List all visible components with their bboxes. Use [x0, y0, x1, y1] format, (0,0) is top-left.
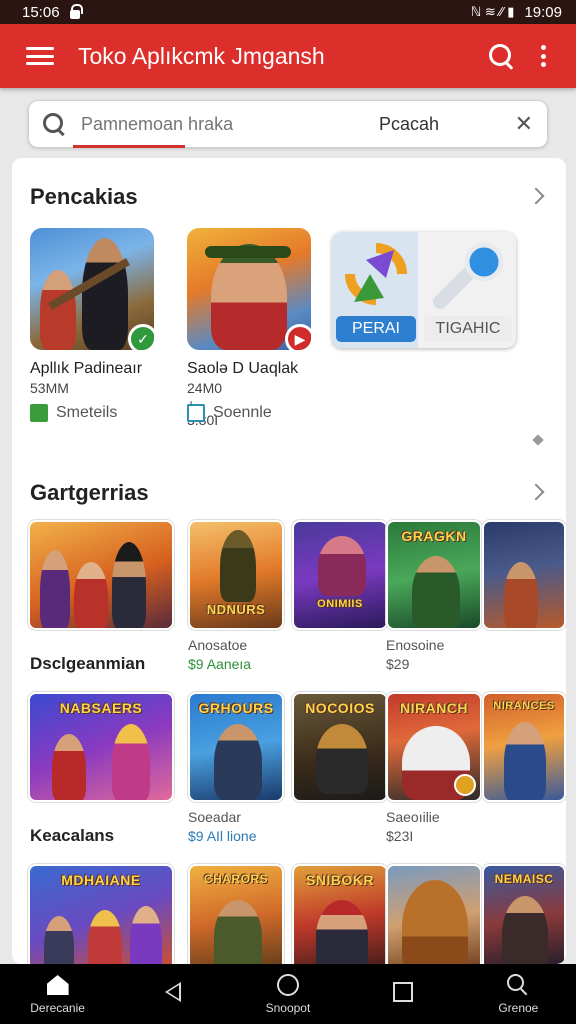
game-meta-name: Anosatoe [188, 637, 248, 653]
game-meta-price: $9 AIl lione [188, 828, 257, 844]
app-title: Toko Aplıkcmk Jmgansh [78, 42, 325, 69]
nav-back[interactable] [118, 980, 228, 1008]
featured-chevron-right-icon[interactable] [527, 187, 545, 205]
game-tile-title: NDNURS [206, 602, 266, 617]
back-icon [164, 982, 181, 1002]
magnifier-promo-icon [433, 242, 504, 309]
refresh-icon [276, 974, 299, 996]
game-meta: Enosoine $29 [386, 636, 444, 674]
category-row-label: Keacalans [30, 826, 115, 845]
game-tile[interactable] [386, 864, 482, 964]
promo-button-left[interactable]: PERAI [336, 316, 416, 342]
featured-app-1-thumbnail[interactable]: ✓ [30, 228, 154, 350]
game-tile-title: SNIBOKR [305, 872, 375, 888]
game-tile-title: GRHOURS [198, 700, 274, 716]
game-tile[interactable]: NOCOIOS [292, 692, 388, 802]
game-meta-name: Soeadar [188, 809, 241, 825]
game-tile-title: ONIMIIS [317, 598, 363, 610]
game-tile-title: CHARORS [203, 872, 269, 886]
search-bar: Pcacah ✕ [28, 100, 548, 148]
game-meta-name: Saeoıilie [386, 809, 440, 825]
nav-refresh[interactable]: Snoopot [233, 973, 343, 1015]
game-tile[interactable]: ONIMIIS [292, 520, 388, 630]
featured-app-1-tag-label: Smeteils [56, 404, 118, 421]
category-row-label: Dsclgeanmian [30, 654, 146, 673]
scroll-indicator-icon [532, 434, 544, 446]
recent-icon [393, 982, 414, 1002]
featured-app-1-badge: ✓ [128, 324, 154, 350]
featured-app-2-name: Saolə D Uaqlak [187, 360, 299, 377]
more-options-icon[interactable] [538, 45, 548, 67]
featured-app-1-tag: Smeteils [30, 404, 117, 422]
featured-section-title: Pencakias [30, 184, 138, 209]
game-tile[interactable]: SNIBOKR [292, 864, 388, 964]
game-tile[interactable] [482, 520, 566, 630]
game-tile-title: NIRANCH [399, 700, 469, 716]
game-tile[interactable]: NDNURS [188, 520, 284, 630]
nav-refresh-label: Snoopot [265, 1001, 311, 1015]
featured-app-2-thumbnail[interactable]: ▶ [187, 228, 311, 350]
app-bar: Toko Aplıkcmk Jmgansh [0, 24, 576, 88]
category-square-icon [30, 404, 48, 422]
game-tile-title: NABSAERS [59, 700, 143, 716]
game-meta-price: $9 Aaneıa [188, 656, 252, 672]
search-underline [73, 145, 185, 148]
nav-search-label: Grenoe [498, 1001, 539, 1015]
lock-icon [69, 3, 83, 19]
featured-app-2-tag-label: Soennle [213, 404, 272, 421]
promo-banner[interactable]: PERAI TIGAHIC [332, 232, 516, 348]
game-tile-title: NEMAISC [494, 872, 554, 886]
game-tile[interactable] [28, 520, 174, 630]
status-time-left: 15:06 [22, 3, 60, 21]
game-tile[interactable]: GRAGKN [386, 520, 482, 630]
game-tile[interactable]: MDHAIANE [28, 864, 174, 964]
game-meta-price: $29 [386, 656, 410, 672]
game-meta: Anosatoe $9 Aaneıa [188, 636, 251, 674]
featured-app-1-size: 53MM [30, 380, 69, 396]
nav-home-label: Derecanie [30, 1001, 85, 1015]
nav-recent[interactable] [348, 980, 458, 1008]
game-tile[interactable]: NEMAISC [482, 864, 566, 964]
search-input[interactable] [81, 113, 331, 135]
categories-section-title: Gartgerrias [30, 480, 149, 505]
hamburger-menu-icon[interactable] [26, 45, 54, 67]
status-time-right: 19:09 [524, 3, 562, 21]
game-tile-title: MDHAIANE [61, 872, 141, 888]
featured-app-2-tag: Soennle [187, 404, 272, 422]
game-tile[interactable]: GRHOURS [188, 692, 284, 802]
bottom-navigation-bar: Derecanie Snoopot Grenoe [0, 964, 576, 1024]
category-outline-icon [187, 404, 205, 422]
nav-search[interactable]: Grenoe [463, 973, 573, 1015]
game-tile[interactable]: CHARORS [188, 864, 284, 964]
search-icon[interactable] [486, 41, 516, 71]
search-field-icon [41, 111, 67, 137]
game-tile-title: NOCOIOS [305, 700, 375, 716]
game-tile[interactable]: NIRANCES [482, 692, 566, 802]
clear-icon[interactable]: ✕ [515, 111, 533, 137]
promo-button-right[interactable]: TIGAHIC [424, 316, 512, 342]
featured-app-1-name: Apllık Padineaır [30, 360, 143, 377]
status-bar: 15:06 ℕ ≋ ∕∕ ▮ 19:09 [0, 0, 576, 24]
game-tile-title: GRAGKN [401, 528, 467, 544]
game-tile[interactable]: NIRANCH [386, 692, 482, 802]
featured-app-2-badge: ▶ [285, 324, 311, 350]
game-tile[interactable]: NABSAERS [28, 692, 174, 802]
search-icon [507, 974, 529, 996]
sync-arrows-icon [345, 243, 407, 305]
game-meta-price: $23I [386, 828, 414, 844]
game-tile-title: NIRANCES [493, 700, 555, 712]
game-meta: Soeadar $9 AIl lione [188, 808, 257, 846]
content-card: Pencakias ✓ Apllık Padineaır 53MM Smetei… [12, 158, 566, 964]
home-icon [46, 975, 69, 995]
game-meta: Saeoıilie $23I [386, 808, 440, 846]
categories-chevron-right-icon[interactable] [527, 483, 545, 501]
nav-home[interactable]: Derecanie [3, 973, 113, 1015]
status-icons: ℕ ≋ ∕∕ ▮ [470, 4, 515, 19]
search-button[interactable]: Pcacah [379, 114, 439, 135]
game-meta-name: Enosoine [386, 637, 445, 653]
